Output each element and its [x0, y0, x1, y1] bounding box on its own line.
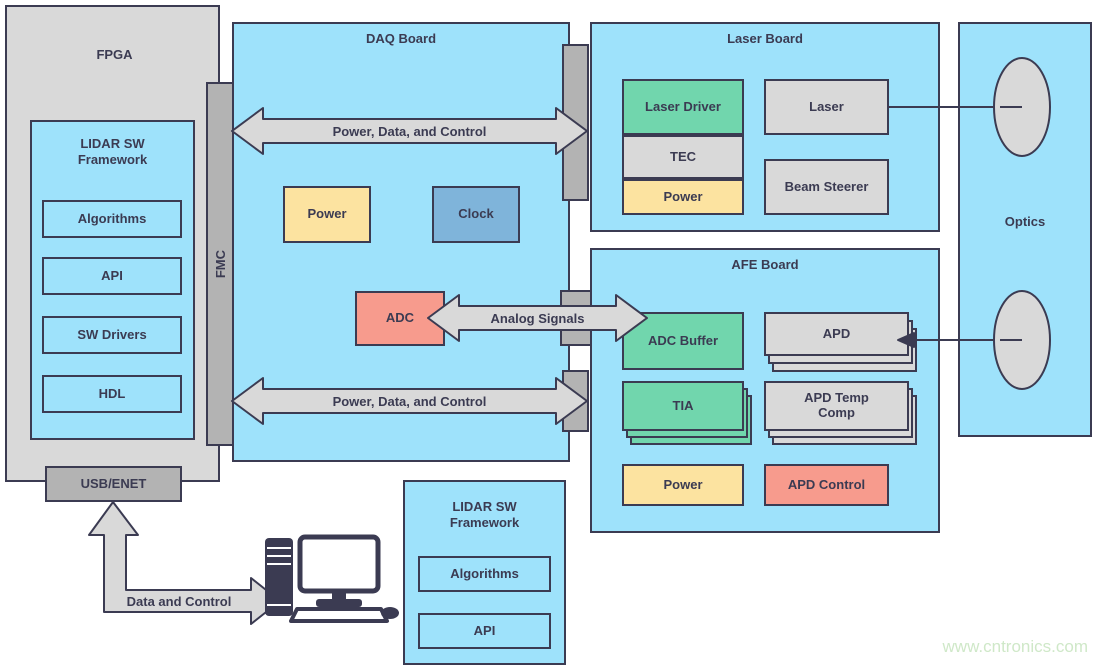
arrow-label-data-and-control-text: Data and Control [126, 593, 232, 609]
usb-enet-port[interactable]: USB/ENET [45, 466, 182, 502]
afe-block-tia[interactable]: TIA [622, 381, 744, 431]
laser-block-beam-steerer[interactable]: Beam Steerer [764, 159, 889, 215]
fpga-item-api-label: API [101, 267, 123, 283]
daq-connector-top[interactable] [562, 44, 589, 201]
arrow-label-analog-signals: Analog Signals [459, 307, 616, 329]
fpga-item-sw-drivers[interactable]: SW Drivers [42, 316, 182, 354]
host-item-api[interactable]: API [418, 613, 551, 649]
laser-block-beam-steerer-label: Beam Steerer [784, 178, 869, 194]
afe-block-apd-control[interactable]: APD Control [764, 464, 889, 506]
fpga-item-api[interactable]: API [42, 257, 182, 295]
afe-block-apd-temp-comp-label: APD Temp Comp [804, 390, 869, 420]
fpga-item-algorithms[interactable]: Algorithms [42, 200, 182, 238]
desktop-computer-icon [265, 534, 399, 623]
daq-block-power[interactable]: Power [283, 186, 371, 243]
daq-connector-mid-lower[interactable] [560, 329, 592, 346]
optics-block [958, 22, 1092, 437]
afe-block-apd-control-label: APD Control [787, 476, 866, 492]
afe-board-title: AFE Board [731, 257, 799, 272]
laser-block-power-label: Power [663, 188, 703, 204]
laser-block-laser-label: Laser [809, 98, 844, 114]
laser-block-laser-driver[interactable]: Laser Driver [622, 79, 744, 135]
afe-block-apd-temp-comp[interactable]: APD Temp Comp [764, 381, 909, 431]
arrow-label-top-text: Power, Data, and Control [332, 123, 487, 139]
fpga-item-sw-drivers-label: SW Drivers [77, 326, 147, 342]
arrow-label-power-data-control-bottom: Power, Data, and Control [263, 390, 556, 412]
daq-connector-bottom[interactable] [562, 370, 589, 432]
afe-block-adc-buffer[interactable]: ADC Buffer [622, 312, 744, 370]
daq-block-power-label: Power [307, 206, 347, 222]
daq-block-clock-label: Clock [458, 206, 494, 222]
laser-board-title: Laser Board [727, 31, 803, 46]
laser-block-tec[interactable]: TEC [622, 135, 744, 179]
host-item-algorithms-label: Algorithms [450, 565, 519, 581]
fmc-label: FMC [212, 249, 228, 279]
laser-block-laser[interactable]: Laser [764, 79, 889, 135]
afe-block-apd[interactable]: APD [764, 312, 909, 356]
daq-block-adc-label: ADC [385, 310, 415, 326]
fpga-title: FPGA [96, 47, 133, 62]
arrow-label-bottom-text: Power, Data, and Control [332, 393, 487, 409]
afe-block-power-label: Power [663, 476, 703, 492]
daq-block-adc[interactable]: ADC [355, 291, 445, 346]
daq-connector-mid-upper[interactable] [560, 290, 592, 307]
arrow-label-analog-signals-text: Analog Signals [490, 310, 585, 326]
daq-block-clock[interactable]: Clock [432, 186, 520, 243]
fpga-item-algorithms-label: Algorithms [77, 210, 147, 226]
afe-block-power[interactable]: Power [622, 464, 744, 506]
lidar-block-diagram: FPGA LIDAR SW Framework Algorithms API SW… [0, 0, 1098, 669]
host-item-algorithms[interactable]: Algorithms [418, 556, 551, 592]
host-item-api-label: API [473, 622, 496, 638]
usb-enet-label: USB/ENET [80, 475, 147, 491]
afe-block-tia-label: TIA [672, 397, 694, 413]
site-watermark: www.cntronics.com [942, 637, 1088, 656]
afe-block-apd-label: APD [822, 325, 851, 341]
fpga-item-hdl-label: HDL [98, 385, 126, 401]
arrow-label-data-and-control: Data and Control [104, 591, 254, 611]
laser-block-power[interactable]: Power [622, 179, 744, 215]
laser-block-tec-label: TEC [670, 148, 696, 164]
afe-block-adc-buffer-label: ADC Buffer [647, 332, 719, 348]
arrow-label-power-data-control-top: Power, Data, and Control [263, 120, 556, 142]
daq-board-title: DAQ Board [365, 31, 437, 46]
laser-block-laser-driver-label: Laser Driver [645, 98, 721, 114]
fpga-item-hdl[interactable]: HDL [42, 375, 182, 413]
